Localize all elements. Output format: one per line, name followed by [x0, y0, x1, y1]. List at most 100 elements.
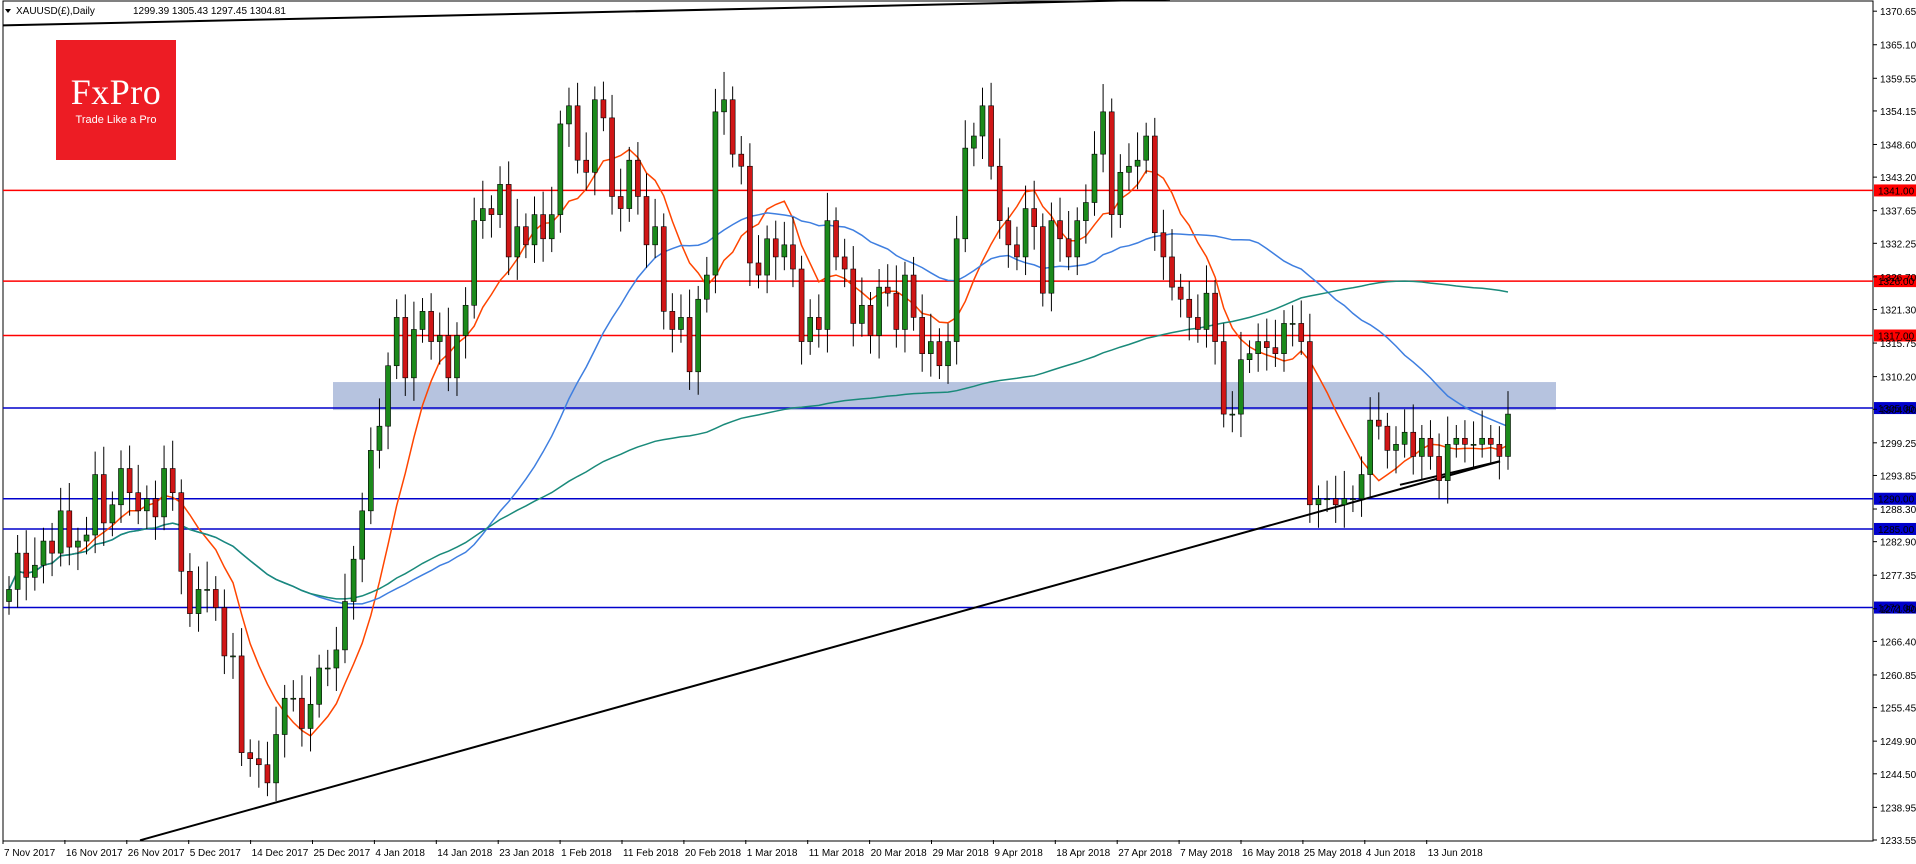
- candle-body: [428, 311, 434, 342]
- candle-body: [1203, 292, 1210, 330]
- candle-body: [324, 667, 331, 670]
- candle-body: [1022, 208, 1029, 258]
- candle-body: [1151, 135, 1158, 234]
- x-tick-label: 20 Feb 2018: [685, 848, 742, 859]
- candle-body: [1229, 413, 1236, 416]
- candle-body: [1350, 498, 1356, 501]
- candle-body: [195, 589, 202, 614]
- y-tick-label: 1332.25: [1880, 239, 1916, 250]
- x-tick-label: 9 Apr 2018: [994, 848, 1043, 859]
- candle-body: [686, 317, 693, 373]
- candle-body: [962, 147, 969, 240]
- y-tick-label: 1233.55: [1880, 836, 1916, 847]
- candle-body: [1487, 437, 1494, 445]
- candle-body: [531, 214, 538, 246]
- candle-body: [1108, 111, 1115, 215]
- x-tick-label: 18 Apr 2018: [1056, 848, 1110, 859]
- candle-body: [1091, 153, 1098, 203]
- candle-body: [824, 220, 831, 330]
- candle-body: [40, 540, 47, 566]
- candle-body: [480, 208, 486, 221]
- candle-body: [902, 274, 908, 330]
- candle-body: [376, 425, 383, 451]
- candle-body: [540, 214, 546, 240]
- candle-body: [1324, 498, 1330, 501]
- candle-body: [1384, 425, 1391, 451]
- level-tag-text-1285.00: 1285.00: [1878, 525, 1915, 536]
- candle-body: [600, 99, 607, 119]
- y-tick-label: 1370.65: [1880, 7, 1916, 18]
- candle-body: [454, 335, 460, 379]
- candle-body: [807, 317, 813, 342]
- candle-body: [988, 105, 994, 167]
- candle-body: [574, 105, 581, 161]
- candle-body: [772, 238, 779, 258]
- candle-body: [617, 196, 624, 209]
- candle-body: [592, 99, 598, 173]
- y-tick-label: 1277.35: [1880, 571, 1916, 582]
- candle-body: [436, 335, 443, 342]
- candle-body: [264, 764, 271, 784]
- x-tick-label: 11 Mar 2018: [809, 848, 865, 859]
- candle-body: [144, 498, 150, 512]
- candle-body: [256, 758, 262, 766]
- candle-body: [816, 317, 822, 330]
- candle-body: [781, 244, 788, 258]
- y-tick-label: 1354.15: [1880, 107, 1916, 118]
- candle-body: [884, 286, 891, 294]
- fxpro-logo: FxPro Trade Like a Pro: [56, 40, 176, 160]
- x-tick-label: 16 Nov 2017: [66, 848, 123, 859]
- candle-body: [316, 667, 322, 705]
- candle-body: [75, 540, 81, 548]
- candle-body: [764, 238, 770, 276]
- candle-body: [1083, 202, 1089, 221]
- y-tick-label: 1348.60: [1880, 140, 1916, 151]
- candle-body: [281, 697, 288, 735]
- chart-symbol-label: XAUUSD(£),Daily: [16, 6, 95, 17]
- candle-body: [1272, 347, 1279, 354]
- candle-body: [1479, 437, 1485, 445]
- x-tick-label: 11 Feb 2018: [623, 848, 679, 859]
- x-tick-label: 1 Mar 2018: [747, 848, 798, 859]
- candle-body: [1289, 323, 1296, 325]
- x-tick-label: 5 Dec 2017: [190, 848, 242, 859]
- candle-body: [1436, 456, 1442, 481]
- candle-body: [1160, 232, 1167, 258]
- candle-body: [221, 607, 228, 657]
- candle-body: [402, 317, 409, 379]
- candle-body: [523, 226, 529, 246]
- y-tick-label: 1255.45: [1880, 704, 1916, 715]
- y-tick-label: 1310.20: [1880, 373, 1916, 384]
- candle-body: [1315, 498, 1322, 506]
- candle-body: [859, 304, 865, 324]
- candle-body: [910, 274, 917, 318]
- x-tick-label: 4 Jan 2018: [375, 848, 425, 859]
- candle-body: [1238, 359, 1244, 415]
- candle-body: [867, 304, 874, 336]
- candle-body: [1281, 323, 1287, 354]
- candle-body: [92, 474, 98, 536]
- y-tick-label: 1282.90: [1880, 538, 1916, 549]
- candle-body: [238, 655, 245, 753]
- candle-body: [1143, 135, 1149, 161]
- candle-body: [643, 196, 650, 246]
- candle-body: [1117, 171, 1124, 215]
- x-tick-label: 29 Mar 2018: [933, 848, 990, 859]
- candle-body: [919, 317, 925, 354]
- candle-body: [273, 734, 279, 784]
- y-tick-label: 1326.70: [1880, 273, 1916, 284]
- y-tick-label: 1271.80: [1880, 605, 1916, 616]
- candle-body: [290, 697, 297, 700]
- candle-body: [635, 159, 641, 197]
- candle-body: [66, 510, 73, 548]
- candle-body: [704, 274, 710, 300]
- candle-body: [6, 589, 12, 602]
- candle-body: [385, 365, 391, 427]
- candle-body: [32, 564, 38, 578]
- candle-body: [790, 244, 796, 270]
- candle-body: [712, 111, 719, 276]
- candle-body: [1126, 165, 1132, 173]
- candle-body: [23, 552, 30, 578]
- candle-body: [126, 468, 133, 493]
- candle-body: [971, 135, 977, 149]
